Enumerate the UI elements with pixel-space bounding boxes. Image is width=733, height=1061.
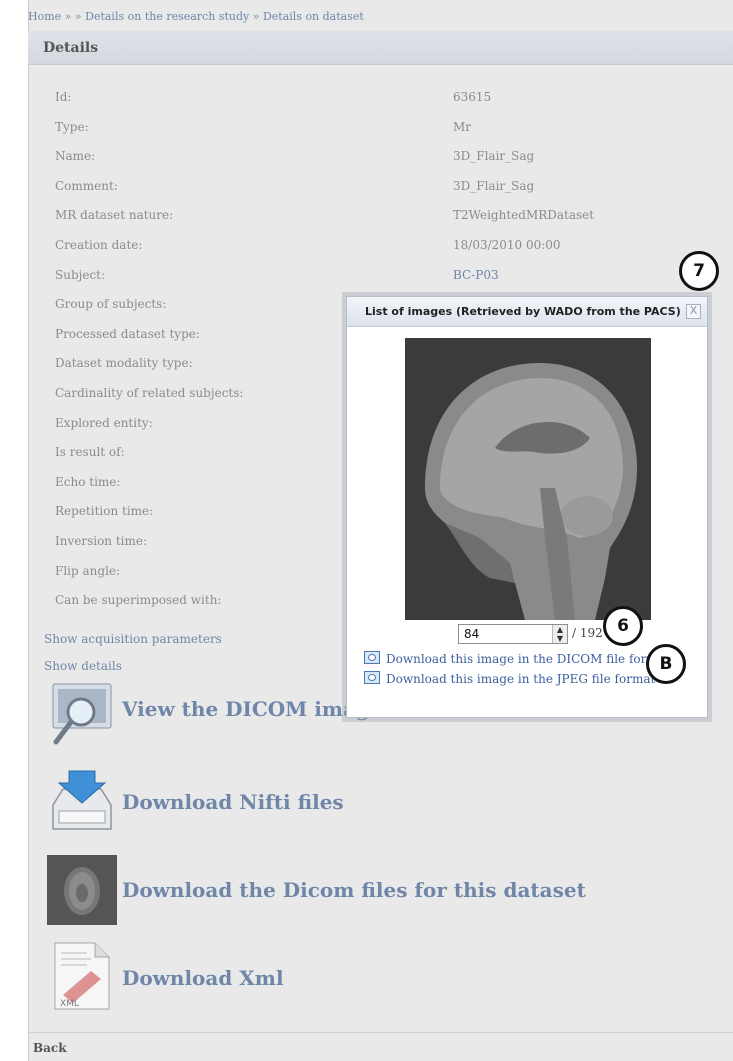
slice-number-value: 84: [464, 627, 480, 641]
detail-row: Creation date: 18/03/2010 00:00: [55, 238, 561, 252]
details-header: Details: [28, 31, 733, 65]
breadcrumb-separator: »: [64, 10, 72, 23]
download-xml-link[interactable]: Download Xml: [122, 966, 284, 990]
detail-value: 18/03/2010 00:00: [453, 238, 561, 252]
callout-7: 7: [679, 251, 719, 291]
detail-row: Can be superimposed with:: [55, 593, 221, 607]
divider: [28, 1032, 733, 1033]
detail-label: Creation date:: [55, 238, 143, 252]
download-jpeg-image-label: Download this image in the JPEG file for…: [386, 672, 656, 686]
detail-value: Mr: [453, 120, 472, 134]
breadcrumb-current: Details on dataset: [262, 10, 364, 23]
detail-label: Comment:: [55, 179, 118, 193]
detail-label: Explored entity:: [55, 416, 153, 430]
download-dicom-image-label: Download this image in the DICOM file fo…: [386, 652, 670, 666]
detail-row: Type: Mr: [55, 120, 471, 134]
detail-row: Group of subjects:: [55, 297, 166, 311]
breadcrumb-home[interactable]: Home: [28, 10, 61, 23]
detail-row: Name: 3D_Flair_Sag: [55, 149, 534, 163]
details-title: Details: [43, 40, 99, 56]
show-acquisition-link[interactable]: Show acquisition parameters: [44, 632, 222, 646]
detail-label: Id:: [55, 90, 72, 104]
detail-row: Explored entity:: [55, 416, 153, 430]
slice-stepper[interactable]: ▲ ▼: [552, 625, 567, 643]
detail-label: Echo time:: [55, 475, 121, 489]
detail-label: Can be superimposed with:: [55, 593, 222, 607]
show-details-link[interactable]: Show details: [44, 659, 122, 673]
detail-row: Repetition time:: [55, 504, 153, 518]
download-nifti-link[interactable]: Download Nifti files: [122, 790, 344, 814]
detail-row: Flip angle:: [55, 564, 120, 578]
detail-label: Repetition time:: [55, 504, 154, 518]
image-icon: [364, 651, 380, 664]
detail-label: Inversion time:: [55, 534, 148, 548]
dialog-header: List of images (Retrieved by WADO from t…: [347, 297, 707, 327]
detail-label: Name:: [55, 149, 96, 163]
image-icon: [364, 671, 380, 684]
back-button[interactable]: Back: [33, 1041, 67, 1055]
detail-row: Id: 63615: [55, 90, 491, 104]
slice-number-input[interactable]: 84 ▲ ▼: [458, 624, 568, 644]
detail-label: Subject:: [55, 268, 106, 282]
detail-row: Processed dataset type:: [55, 327, 200, 341]
dialog-title: List of images (Retrieved by WADO from t…: [365, 305, 681, 318]
mri-slice-image: [405, 338, 651, 620]
detail-value: T2WeightedMRDataset: [453, 208, 595, 222]
download-tray-icon[interactable]: [47, 767, 117, 837]
detail-value[interactable]: BC-P03: [453, 268, 499, 282]
breadcrumb-study[interactable]: Details on the research study: [85, 10, 249, 23]
detail-row: Inversion time:: [55, 534, 147, 548]
detail-value: 3D_Flair_Sag: [453, 179, 535, 193]
detail-row: MR dataset nature: T2WeightedMRDataset: [55, 208, 594, 222]
detail-value: 63615: [453, 90, 492, 104]
xml-icon-label: XML: [60, 999, 79, 1009]
callout-6: 6: [603, 606, 643, 646]
download-jpeg-image-link[interactable]: Download this image in the JPEG file for…: [364, 671, 655, 686]
close-icon[interactable]: X: [686, 304, 701, 319]
detail-row: Is result of:: [55, 445, 125, 459]
detail-label: Is result of:: [55, 445, 125, 459]
detail-row: Dataset modality type:: [55, 356, 193, 370]
detail-row: Subject: BC-P03: [55, 268, 499, 282]
detail-label: Flip angle:: [55, 564, 121, 578]
detail-row: Comment: 3D_Flair_Sag: [55, 179, 534, 193]
detail-value: 3D_Flair_Sag: [453, 149, 535, 163]
detail-label: Dataset modality type:: [55, 356, 193, 370]
xml-document-icon[interactable]: XML: [47, 941, 117, 1011]
detail-label: Group of subjects:: [55, 297, 167, 311]
detail-label: Cardinality of related subjects:: [55, 386, 244, 400]
magnifier-monitor-icon[interactable]: [47, 680, 117, 750]
breadcrumb-separator: »: [74, 10, 82, 23]
detail-row: Cardinality of related subjects:: [55, 386, 243, 400]
detail-label: Processed dataset type:: [55, 327, 200, 341]
brain-scan-icon[interactable]: [47, 855, 117, 925]
detail-label: MR dataset nature:: [55, 208, 174, 222]
detail-row: Echo time:: [55, 475, 120, 489]
callout-b: B: [646, 644, 686, 684]
breadcrumb: Home » » Details on the research study »…: [28, 10, 364, 23]
slice-total: / 192: [572, 626, 603, 640]
download-dicom-link[interactable]: Download the Dicom files for this datase…: [122, 878, 586, 902]
detail-label: Type:: [55, 120, 89, 134]
download-dicom-image-link[interactable]: Download this image in the DICOM file fo…: [364, 651, 670, 666]
breadcrumb-separator: »: [252, 10, 260, 23]
